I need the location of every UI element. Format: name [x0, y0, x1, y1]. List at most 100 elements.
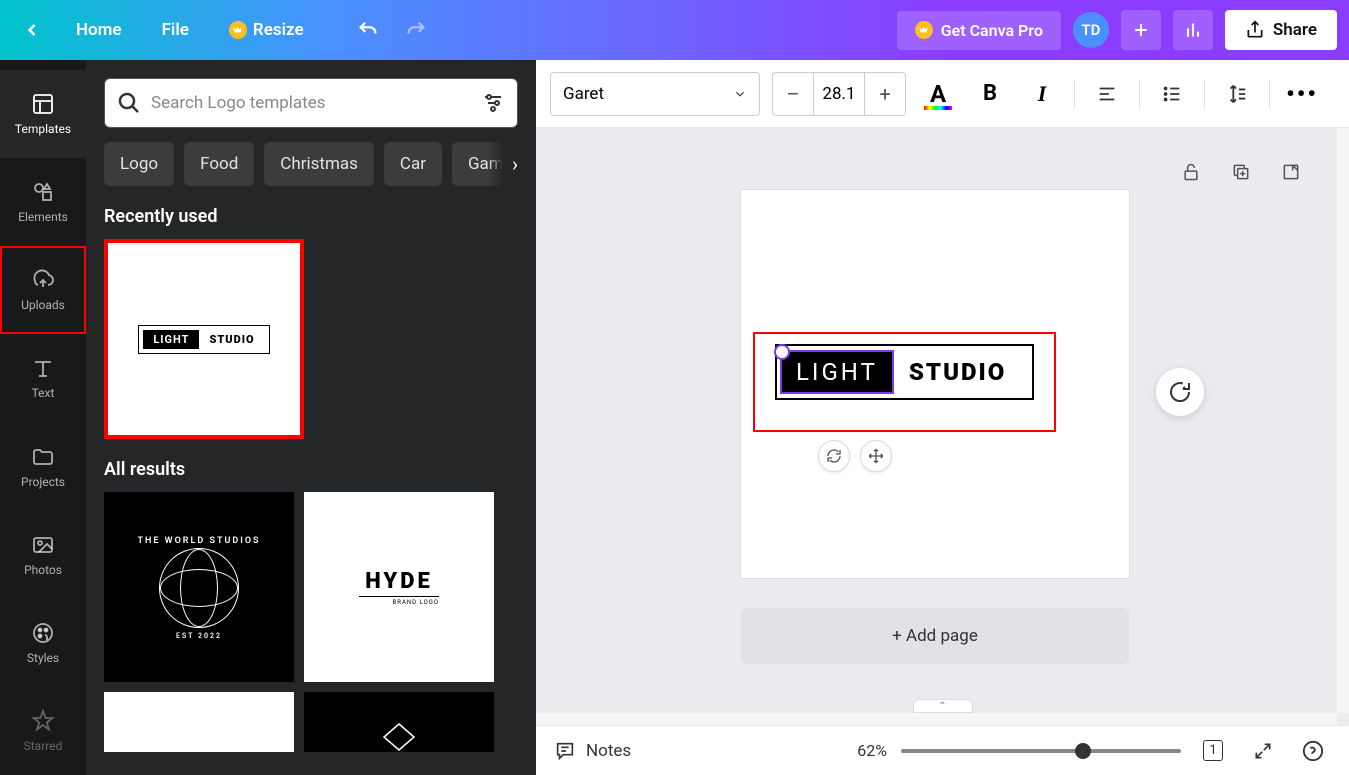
- all-results-heading: All results: [104, 459, 518, 480]
- rail-text[interactable]: Text: [0, 334, 86, 422]
- styles-icon: [31, 621, 55, 645]
- spacing-button[interactable]: [1217, 74, 1257, 114]
- template-card[interactable]: THE WORLD STUDIOS EST 2022: [104, 492, 294, 682]
- templates-icon: [31, 92, 55, 116]
- crown-icon: [229, 21, 247, 39]
- rail-uploads[interactable]: Uploads: [0, 246, 86, 334]
- undo-button[interactable]: [348, 10, 388, 50]
- top-nav: Home File Resize Get Canva Pro TD: [0, 0, 1349, 60]
- more-options-button[interactable]: •••: [1282, 74, 1322, 114]
- add-page-button[interactable]: + Add page: [741, 608, 1129, 664]
- vertical-scrollbar[interactable]: [1337, 128, 1349, 713]
- results-grid: THE WORLD STUDIOS EST 2022 HYDE BRAND LO…: [104, 492, 518, 682]
- decrease-size-button[interactable]: –: [773, 73, 813, 115]
- get-pro-button[interactable]: Get Canva Pro: [897, 11, 1061, 50]
- logo-text-light: LIGHT: [143, 330, 199, 349]
- rail-photos[interactable]: Photos: [0, 511, 86, 599]
- lock-page-button[interactable]: [1175, 156, 1207, 188]
- font-name: Garet: [563, 84, 604, 104]
- pro-label: Get Canva Pro: [941, 21, 1043, 40]
- page-count-button[interactable]: 1: [1195, 733, 1231, 769]
- search-container: [104, 78, 518, 128]
- nav-left: Home File Resize: [12, 10, 436, 50]
- page-count: 1: [1203, 740, 1222, 761]
- list-button[interactable]: [1152, 74, 1192, 114]
- results-grid-2: [104, 692, 518, 752]
- user-avatar[interactable]: TD: [1073, 12, 1109, 48]
- filter-button[interactable]: [481, 91, 505, 115]
- toolbar-divider: [1074, 80, 1075, 108]
- resize-label: Resize: [253, 20, 304, 40]
- template-subtext: BRAND LOGO: [359, 596, 439, 606]
- rail-projects[interactable]: Projects: [0, 423, 86, 511]
- increase-size-button[interactable]: +: [865, 73, 905, 115]
- resize-menu[interactable]: Resize: [213, 12, 320, 48]
- rail-label: Templates: [15, 122, 71, 136]
- font-selector[interactable]: Garet: [550, 72, 760, 116]
- bold-button[interactable]: B: [970, 74, 1010, 114]
- insights-button[interactable]: [1173, 10, 1213, 50]
- duplicate-page-button[interactable]: [1225, 156, 1257, 188]
- ai-assist-button[interactable]: [1156, 368, 1204, 416]
- template-card[interactable]: [104, 692, 294, 752]
- alignment-button[interactable]: [1087, 74, 1127, 114]
- recently-used-heading: Recently used: [104, 206, 518, 227]
- chip-logo[interactable]: Logo: [104, 142, 174, 186]
- toolbar-divider: [1139, 80, 1140, 108]
- rail-starred[interactable]: Starred: [0, 687, 86, 775]
- back-button[interactable]: [12, 10, 52, 50]
- zoom-percentage[interactable]: 62%: [857, 741, 887, 760]
- rail-label: Starred: [24, 739, 63, 753]
- text-icon: [31, 356, 55, 380]
- redo-button[interactable]: [396, 10, 436, 50]
- horizontal-scrollbar[interactable]: [536, 713, 1337, 725]
- open-page-button[interactable]: [1275, 156, 1307, 188]
- rotate-button[interactable]: [818, 440, 850, 472]
- undo-redo-group: [348, 10, 436, 50]
- rail-templates[interactable]: Templates: [0, 70, 86, 158]
- fullscreen-button[interactable]: [1245, 733, 1281, 769]
- crown-icon: [915, 21, 933, 39]
- create-design-button[interactable]: [1121, 10, 1161, 50]
- help-button[interactable]: [1295, 733, 1331, 769]
- template-text: THE WORLD STUDIOS: [137, 536, 260, 546]
- design-page[interactable]: LIGHT STUDIO: [741, 190, 1129, 578]
- rail-styles[interactable]: Styles: [0, 599, 86, 687]
- search-input[interactable]: [151, 93, 471, 113]
- page-list-toggle[interactable]: ⌃: [913, 699, 973, 713]
- color-spectrum-icon: [924, 106, 952, 110]
- chip-car[interactable]: Car: [384, 142, 442, 186]
- canvas-workspace[interactable]: LIGHT STUDIO + Add page: [536, 128, 1349, 725]
- recent-template-card[interactable]: LIGHT STUDIO: [104, 239, 304, 439]
- chips-scroll-right[interactable]: ›: [488, 142, 518, 186]
- font-size-input[interactable]: [813, 73, 865, 115]
- rail-label: Styles: [27, 651, 59, 665]
- zoom-slider[interactable]: [901, 749, 1181, 753]
- logo-preview: LIGHT STUDIO: [138, 325, 269, 354]
- chip-food[interactable]: Food: [184, 142, 254, 186]
- category-chips: Logo Food Christmas Car Gamin ›: [104, 142, 518, 186]
- chip-christmas[interactable]: Christmas: [264, 142, 374, 186]
- italic-button[interactable]: I: [1022, 74, 1062, 114]
- side-rail: Templates Elements Uploads Text Projects: [0, 60, 86, 775]
- selection-box[interactable]: LIGHT STUDIO: [753, 332, 1056, 432]
- logo-text-studio: STUDIO: [199, 330, 264, 349]
- zoom-slider-thumb[interactable]: [1075, 743, 1091, 759]
- font-size-group: – +: [772, 72, 906, 116]
- page-tools: [1175, 156, 1307, 188]
- template-card[interactable]: [304, 692, 494, 752]
- notes-button[interactable]: Notes: [554, 740, 631, 762]
- file-menu[interactable]: File: [146, 12, 205, 48]
- text-element-selected[interactable]: LIGHT: [780, 350, 894, 394]
- rail-elements[interactable]: Elements: [0, 158, 86, 246]
- template-card[interactable]: HYDE BRAND LOGO: [304, 492, 494, 682]
- globe-icon: [159, 548, 239, 628]
- share-button[interactable]: Share: [1225, 10, 1337, 50]
- share-label: Share: [1273, 20, 1317, 40]
- template-text: HYDE: [365, 569, 433, 594]
- elements-icon: [31, 180, 55, 204]
- move-button[interactable]: [860, 440, 892, 472]
- text-color-button[interactable]: A: [918, 74, 958, 114]
- rail-label: Photos: [24, 563, 62, 577]
- home-menu[interactable]: Home: [60, 12, 138, 48]
